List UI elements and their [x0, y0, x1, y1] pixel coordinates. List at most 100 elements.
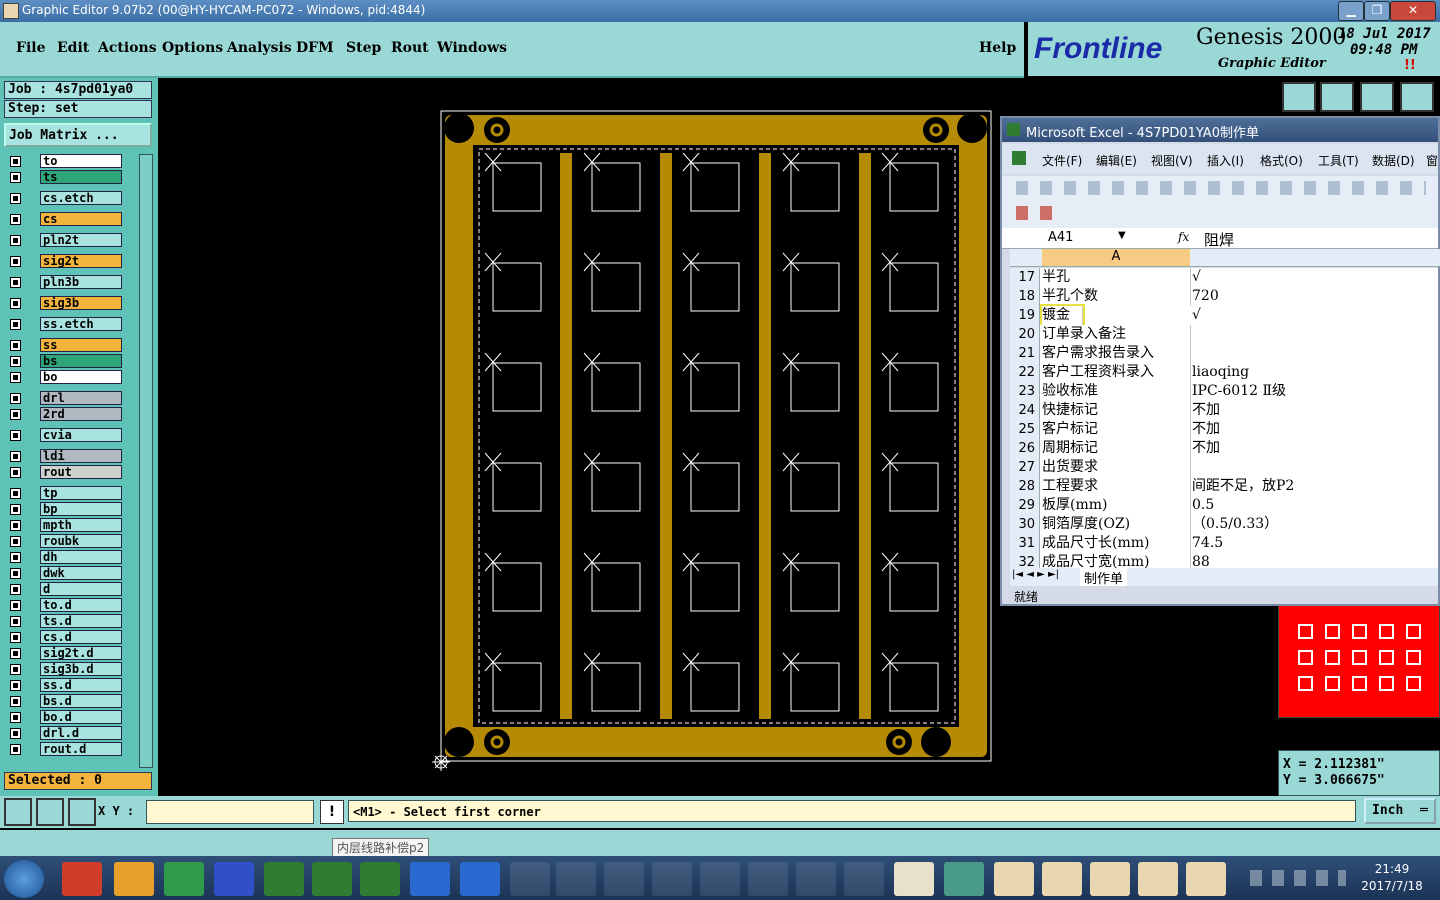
layer-row[interactable]: d — [6, 582, 124, 597]
layer-row[interactable]: ss.d — [6, 678, 124, 693]
layer-name[interactable]: roubk — [40, 534, 122, 548]
layer-checkbox[interactable] — [10, 467, 21, 478]
menu-actions[interactable]: Actions — [98, 40, 157, 56]
taskbar-frontline-2[interactable] — [460, 862, 500, 896]
layer-name[interactable]: ts — [40, 170, 122, 184]
layer-name[interactable]: sig2t — [40, 254, 122, 268]
layer-checkbox[interactable] — [10, 372, 21, 383]
layer-checkbox[interactable] — [10, 728, 21, 739]
menu-windows[interactable]: Windows — [437, 40, 507, 56]
column-header-a[interactable]: A — [1042, 249, 1190, 266]
excel-standard-toolbar[interactable] — [1016, 181, 1426, 195]
cell-b[interactable]: （0.5/0.33） — [1192, 515, 1438, 534]
taskbar-window-7[interactable] — [796, 862, 836, 896]
alert-button[interactable]: ! — [320, 800, 344, 824]
layer-checkbox[interactable] — [10, 256, 21, 267]
layer-row[interactable]: rout — [6, 465, 124, 480]
name-box[interactable]: A41 — [1048, 230, 1073, 245]
step-preview[interactable] — [1278, 604, 1440, 718]
layer-checkbox[interactable] — [10, 430, 21, 441]
minimize-button[interactable]: ▁ — [1338, 1, 1364, 21]
layer-row[interactable]: cs — [6, 212, 124, 227]
cell-b[interactable]: 不加 — [1192, 439, 1438, 458]
row-number[interactable]: 17 — [1010, 268, 1040, 287]
tool-button-1[interactable] — [1282, 82, 1316, 112]
cell-a[interactable]: 镀金 — [1040, 304, 1085, 327]
layer-row[interactable]: ts — [6, 170, 124, 185]
layer-checkbox[interactable] — [10, 504, 21, 515]
cell-a[interactable]: 验收标准 — [1042, 382, 1191, 401]
excel-menu-edit[interactable]: 编辑(E) — [1096, 152, 1137, 169]
excel-menu-data[interactable]: 数据(D) — [1372, 152, 1415, 169]
layer-name[interactable]: bs.d — [40, 694, 122, 708]
excel-pdf-toolbar[interactable] — [1016, 206, 1056, 220]
cell-a[interactable]: 周期标记 — [1042, 439, 1191, 458]
tray-icons[interactable] — [1250, 870, 1346, 886]
layer-row[interactable]: pln2t — [6, 233, 124, 248]
cell-b[interactable]: 不加 — [1192, 401, 1438, 420]
layer-row[interactable]: dh — [6, 550, 124, 565]
layer-checkbox[interactable] — [10, 664, 21, 675]
layer-checkbox[interactable] — [10, 568, 21, 579]
clock[interactable]: 21:49 2017/7/18 — [1352, 862, 1432, 893]
cell-b[interactable]: 0.5 — [1192, 496, 1438, 515]
layer-name[interactable]: cs — [40, 212, 122, 226]
cell-b[interactable]: √ — [1192, 306, 1438, 325]
taskbar-app-3[interactable] — [164, 862, 204, 896]
cell-b[interactable]: 74.5 — [1192, 534, 1438, 553]
row-number[interactable]: 31 — [1010, 534, 1040, 553]
taskbar-eye-app[interactable] — [944, 862, 984, 896]
taskbar-excel-3[interactable] — [360, 862, 400, 896]
taskbar-window-8[interactable] — [844, 862, 884, 896]
layer-row[interactable]: sig3b — [6, 296, 124, 311]
layer-name[interactable]: ldi — [40, 449, 122, 463]
layer-name[interactable]: d — [40, 582, 122, 596]
zoom-area-button[interactable] — [36, 798, 64, 826]
layer-name[interactable]: ss.d — [40, 678, 122, 692]
cell-b[interactable]: 不加 — [1192, 420, 1438, 439]
layer-scrollbar[interactable] — [139, 154, 153, 768]
menu-dfm[interactable]: DFM — [296, 40, 334, 56]
layer-checkbox[interactable] — [10, 680, 21, 691]
layer-name[interactable]: bp — [40, 502, 122, 516]
taskbar-window-3[interactable] — [604, 862, 644, 896]
excel-menu-insert[interactable]: 插入(I) — [1207, 152, 1244, 169]
layer-checkbox[interactable] — [10, 356, 21, 367]
layer-row[interactable]: bp — [6, 502, 124, 517]
menu-edit[interactable]: Edit — [57, 40, 89, 56]
taskbar-genesis-2[interactable] — [1042, 862, 1082, 896]
taskbar-genesis-5[interactable] — [1186, 862, 1226, 896]
layer-name[interactable]: sig2t.d — [40, 646, 122, 660]
layer-checkbox[interactable] — [10, 214, 21, 225]
layer-checkbox[interactable] — [10, 409, 21, 420]
row-number[interactable]: 25 — [1010, 420, 1040, 439]
taskbar-genesis-4[interactable] — [1138, 862, 1178, 896]
zoom-fit-button[interactable] — [4, 798, 32, 826]
layer-checkbox[interactable] — [10, 451, 21, 462]
row-number[interactable]: 28 — [1010, 477, 1040, 496]
cell-b[interactable] — [1192, 344, 1438, 363]
layer-checkbox[interactable] — [10, 156, 21, 167]
layer-row[interactable]: sig3b.d — [6, 662, 124, 677]
layer-checkbox[interactable] — [10, 172, 21, 183]
layer-checkbox[interactable] — [10, 235, 21, 246]
layer-name[interactable]: tp — [40, 486, 122, 500]
row-number[interactable]: 18 — [1010, 287, 1040, 306]
layer-checkbox[interactable] — [10, 193, 21, 204]
layer-name[interactable]: to — [40, 154, 122, 168]
layer-row[interactable]: to — [6, 154, 124, 169]
layer-row[interactable]: 2rd — [6, 407, 124, 422]
sheet-tab[interactable]: 制作单 — [1080, 568, 1128, 587]
taskbar-window-6[interactable] — [748, 862, 788, 896]
row-number[interactable]: 24 — [1010, 401, 1040, 420]
layer-checkbox[interactable] — [10, 520, 21, 531]
excel-menu-tools[interactable]: 工具(T) — [1318, 152, 1359, 169]
layer-row[interactable]: sig2t.d — [6, 646, 124, 661]
layer-row[interactable]: rout.d — [6, 742, 124, 757]
layer-name[interactable]: rout — [40, 465, 122, 479]
name-box-dropdown-icon[interactable]: ▼ — [1118, 230, 1126, 241]
layer-checkbox[interactable] — [10, 488, 21, 499]
layer-name[interactable]: ss — [40, 338, 122, 352]
layer-row[interactable]: bo — [6, 370, 124, 385]
cell-a[interactable]: 工程要求 — [1042, 477, 1191, 496]
